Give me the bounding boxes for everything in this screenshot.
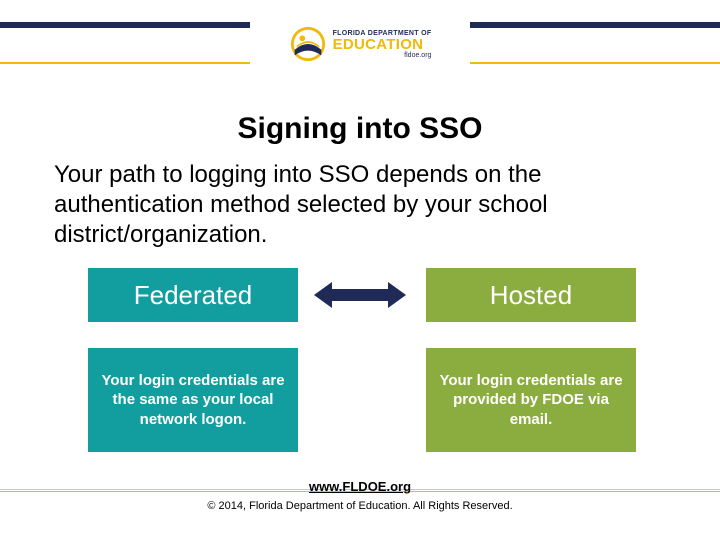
logo-text: FLORIDA DEPARTMENT OF EDUCATION fldoe.or… [333,30,432,59]
page-title: Signing into SSO [0,112,720,146]
double-arrow-icon [314,280,406,310]
slide: FLORIDA DEPARTMENT OF EDUCATION fldoe.or… [0,0,720,540]
federated-heading: Federated [88,268,298,322]
logo-mark-icon [289,25,327,63]
content-boxes: Federated Hosted Your login credentials … [0,268,720,468]
logo: FLORIDA DEPARTMENT OF EDUCATION fldoe.or… [250,16,470,72]
logo-education-line: EDUCATION [333,37,432,52]
federated-body: Your login credentials are the same as y… [88,348,298,452]
footer-link[interactable]: www.FLDOE.org [309,479,411,494]
footer-copyright: © 2014, Florida Department of Education.… [0,500,720,512]
logo-url: fldoe.org [333,52,432,59]
intro-paragraph: Your path to logging into SSO depends on… [54,160,666,250]
footer: www.FLDOE.org © 2014, Florida Department… [0,478,720,512]
hosted-body: Your login credentials are provided by F… [426,348,636,452]
hosted-heading: Hosted [426,268,636,322]
